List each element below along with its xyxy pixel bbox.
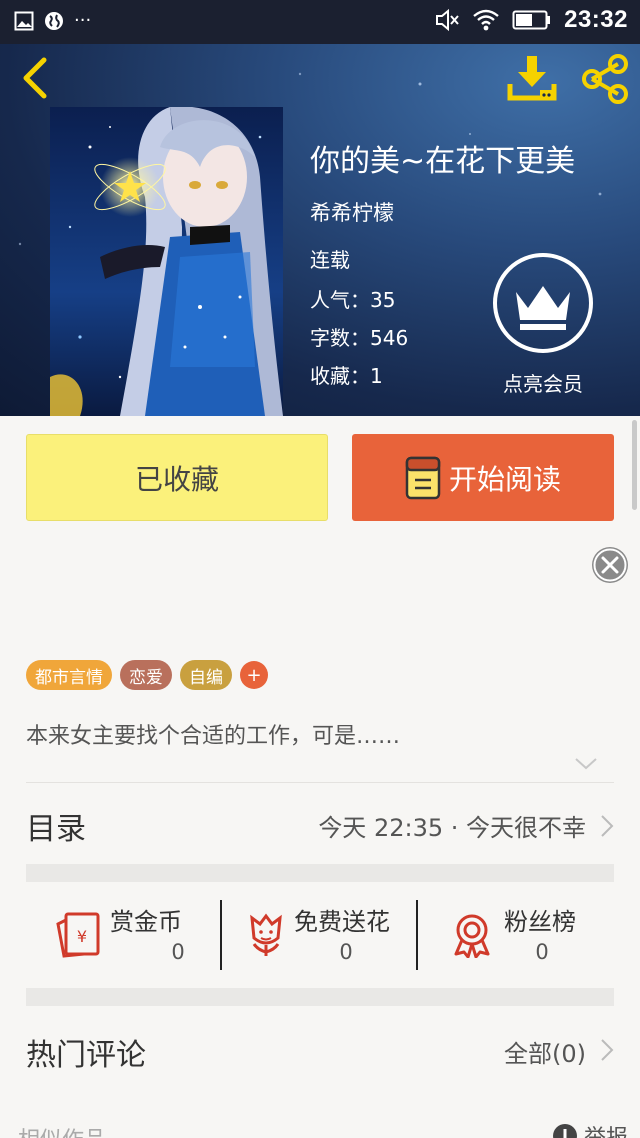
book-header: 你的美~在花下更美 希希柠檬 连载 人气：35 字数：546 收藏：1 点亮会员	[0, 44, 640, 416]
scrollbar[interactable]	[632, 420, 637, 510]
add-tag-button[interactable]: +	[240, 661, 268, 689]
book-popularity: 人气：35	[310, 288, 396, 312]
cover-illustration	[50, 107, 283, 416]
wifi-icon	[473, 9, 499, 31]
battery-icon	[512, 10, 551, 30]
report-label: 举报	[584, 1120, 628, 1138]
book-author[interactable]: 希希柠檬	[310, 197, 394, 227]
close-icon	[593, 548, 627, 582]
clock: 23:32	[564, 6, 628, 33]
fan-ranking-label: 粉丝榜	[504, 908, 576, 936]
share-button[interactable]	[580, 54, 630, 104]
alert-icon	[552, 1124, 577, 1138]
badge-icon	[454, 914, 490, 958]
section-divider	[26, 988, 614, 1006]
tag-item[interactable]: 自编	[180, 660, 232, 690]
expand-summary-button[interactable]	[574, 756, 598, 770]
stats-row: ¥ 赏金币 0 免费送花 0 粉丝榜 0	[26, 882, 614, 988]
share-icon	[582, 54, 628, 104]
download-button[interactable]	[506, 54, 558, 104]
divider	[26, 782, 614, 783]
back-button[interactable]	[16, 56, 56, 100]
toc-title: 目录	[26, 812, 86, 847]
start-reading-label: 开始阅读	[448, 462, 561, 496]
send-flowers[interactable]: 免费送花 0	[242, 882, 422, 988]
close-ad-button[interactable]	[592, 547, 628, 583]
similar-works-title: 相似作品	[18, 1122, 106, 1138]
section-divider	[26, 864, 614, 882]
svg-text:¥: ¥	[77, 927, 87, 946]
vip-label: 点亮会员	[503, 372, 583, 396]
reward-coins[interactable]: ¥ 赏金币 0	[54, 882, 224, 988]
hot-comments-header: 热门评论 全部(0)	[26, 1008, 614, 1088]
stat-separator	[416, 900, 418, 970]
status-bar: ··· 23:32	[0, 0, 640, 44]
toc-latest-chapter: 今天 22:35 · 今天很不幸	[318, 814, 586, 842]
hot-comments-title: 热门评论	[26, 1038, 146, 1073]
chevron-right-icon	[601, 1039, 614, 1061]
book-word-count: 字数：546	[310, 326, 409, 350]
status-right: 23:32	[434, 6, 628, 34]
book-cover[interactable]	[50, 107, 283, 416]
favorited-button[interactable]: 已收藏	[26, 434, 328, 521]
globe-icon	[45, 11, 63, 30]
tag-list: 都市言情 恋爱 自编 +	[26, 660, 268, 690]
red-envelope-icon: ¥	[56, 912, 100, 958]
reward-coins-value: 0	[171, 940, 185, 964]
download-icon	[507, 56, 557, 101]
book-summary: 本来女主要找个合适的工作，可是……	[26, 724, 401, 749]
book-title: 你的美~在花下更美	[310, 144, 576, 179]
flower-icon	[250, 913, 282, 956]
chevron-right-icon	[601, 815, 614, 837]
tag-item[interactable]: 都市言情	[26, 660, 112, 690]
vip-button[interactable]: 点亮会员	[492, 252, 594, 398]
chevron-left-icon	[23, 57, 47, 99]
mute-icon	[436, 8, 459, 32]
book-favorites: 收藏：1	[310, 364, 383, 388]
send-flowers-value: 0	[339, 940, 353, 964]
book-icon	[405, 456, 441, 499]
image-icon	[14, 11, 34, 30]
tag-item[interactable]: 恋爱	[120, 660, 172, 690]
stat-separator	[220, 900, 222, 970]
crown-icon	[493, 253, 593, 353]
more-dots-icon: ···	[74, 10, 92, 31]
start-reading-button[interactable]: 开始阅读	[352, 434, 614, 521]
report-button[interactable]: 举报	[552, 1120, 628, 1138]
chevron-down-icon	[575, 758, 597, 770]
fan-ranking[interactable]: 粉丝榜 0	[450, 882, 614, 988]
reward-coins-label: 赏金币	[110, 908, 182, 936]
send-flowers-label: 免费送花	[294, 908, 390, 936]
fan-ranking-value: 0	[535, 940, 549, 964]
toc-row[interactable]: 目录 今天 22:35 · 今天很不幸	[26, 790, 614, 860]
all-comments-link[interactable]: 全部(0)	[504, 1034, 586, 1069]
similar-works-header: 相似作品 举报	[18, 1118, 628, 1138]
favorited-label: 已收藏	[134, 462, 219, 496]
book-status: 连载	[310, 248, 350, 272]
status-left: ···	[14, 10, 91, 31]
